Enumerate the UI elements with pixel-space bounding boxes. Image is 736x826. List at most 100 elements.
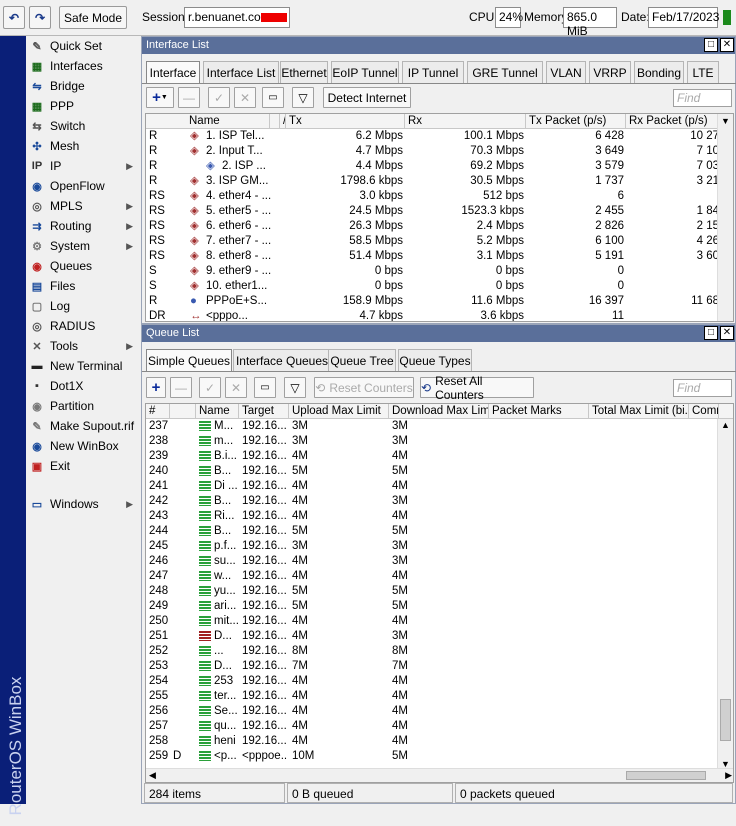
table-row[interactable]: 250 mit... 192.16... 4M 4M [146,614,733,629]
sidebar-item-mpls[interactable]: ◎ MPLS ▶ [26,196,139,216]
add-button[interactable]: + ▼ [146,87,174,108]
sidebar-item-queues[interactable]: ◉ Queues [26,256,139,276]
interface-scrollbar[interactable]: ▼ [717,114,733,321]
column-header[interactable] [270,114,280,129]
table-row[interactable]: R ◈ 1. ISP Tel... 6.2 Mbps 100.1 Mbps 6 428 10… [146,129,733,144]
close-button[interactable]: ✕ [720,326,734,340]
table-row[interactable]: 252... 192.16... 8M 8M [146,644,733,659]
interface-find-input[interactable]: Find [673,89,732,107]
sidebar-item-exit[interactable]: ▣ Exit [26,456,139,476]
column-header[interactable]: Tx [286,114,405,129]
table-row[interactable]: 244 B... 192.16... 5M 5M [146,524,733,539]
column-header[interactable]: Download Max Limit [389,404,489,419]
remove-button[interactable]: — [170,377,192,398]
sidebar-item-dot1x[interactable]: ▪ Dot1X [26,376,139,396]
table-row[interactable]: 241 Di ... 192.16... 4M 4M [146,479,733,494]
column-header[interactable]: # [146,404,170,419]
sidebar-item-system[interactable]: ⚙ System ▶ [26,236,139,256]
sidebar-item-routing[interactable]: ⇉ Routing ▶ [26,216,139,236]
sidebar-item-windows[interactable]: ▭ Windows ▶ [26,494,139,514]
scroll-thumb[interactable] [720,699,731,741]
comment-button[interactable]: ▭ [254,377,276,398]
filter-button[interactable]: ▽ [284,377,306,398]
safe-mode-button[interactable]: Safe Mode [59,6,127,29]
tab-vlan[interactable]: VLAN [546,61,586,83]
session-field[interactable]: r.benuanet.com [184,7,290,28]
table-row[interactable]: RS ◈ 8. ether8 - ... 51.4 Mbps 3.1 Mbps 5 191… [146,249,733,264]
column-header[interactable]: Upload Max Limit [289,404,389,419]
queue-scrollbar[interactable]: ▲ ▼ [717,419,733,770]
queue-find-input[interactable]: Find [673,379,732,397]
sidebar-item-ppp[interactable]: ▦ PPP [26,96,139,116]
tab-gre-tunnel[interactable]: GRE Tunnel [467,61,543,83]
sidebar-item-tools[interactable]: ✕ Tools ▶ [26,336,139,356]
table-row[interactable]: 251 D... 192.16... 4M 3M [146,629,733,644]
disable-button[interactable]: ✕ [225,377,247,398]
enable-button[interactable]: ✓ [199,377,221,398]
table-row[interactable]: RS ◈ 7. ether7 - ... 58.5 Mbps 5.2 Mbps 6 100… [146,234,733,249]
table-row[interactable]: R ● PPPoE+S... 158.9 Mbps 11.6 Mbps 16 397 11 … [146,294,733,309]
table-row[interactable]: 243 Ri... 192.16... 4M 4M [146,509,733,524]
sidebar-item-switch[interactable]: ⇆ Switch [26,116,139,136]
table-row[interactable]: 246 su... 192.16... 4M 3M [146,554,733,569]
table-row[interactable]: 256 Se... 192.16... 4M 4M [146,704,733,719]
sidebar-item-openflow[interactable]: ◉ OpenFlow [26,176,139,196]
tab-simple-queues[interactable]: Simple Queues [146,349,232,371]
table-row[interactable]: 258 heni 192.16... 4M 4M [146,734,733,749]
tab-eoip-tunnel[interactable]: EoIP Tunnel [331,61,399,83]
tab-queue-types[interactable]: Queue Types [398,349,472,371]
tab-interface-list[interactable]: Interface List [203,61,279,83]
table-row[interactable]: 259 D <p... <pppoe... 10M 5M [146,749,733,764]
table-row[interactable]: 254 253 192.16... 4M 4M [146,674,733,689]
filter-button[interactable]: ▽ [292,87,314,108]
maximize-button[interactable]: □ [704,326,718,340]
sidebar-item-log[interactable]: ▢ Log [26,296,139,316]
column-header[interactable]: Name [186,114,270,129]
table-row[interactable]: 238 m... 192.16... 3M 3M [146,434,733,449]
column-header[interactable] [170,404,196,419]
table-row[interactable]: 253 D... 192.16... 7M 7M [146,659,733,674]
sidebar-item-mesh[interactable]: ✣ Mesh [26,136,139,156]
sidebar-item-new-winbox[interactable]: ◉ New WinBox [26,436,139,456]
column-header[interactable]: Packet Marks [489,404,589,419]
enable-button[interactable]: ✓ [208,87,230,108]
tab-ethernet[interactable]: Ethernet [280,61,328,83]
column-header[interactable]: Comm [689,404,719,419]
column-header[interactable]: Target [239,404,289,419]
table-row[interactable]: S ◈ 10. ether1... 0 bps 0 bps 0 [146,279,733,294]
sidebar-item-files[interactable]: ▤ Files [26,276,139,296]
detect-internet-button[interactable]: Detect Internet [323,87,411,108]
disable-button[interactable]: ✕ [234,87,256,108]
sidebar-item-radius[interactable]: ◎ RADIUS [26,316,139,336]
maximize-button[interactable]: □ [704,38,718,52]
table-row[interactable]: RS ◈ 5. ether5 - ... 24.5 Mbps 1523.3 kbps 2 … [146,204,733,219]
sidebar-item-interfaces[interactable]: ▦ Interfaces [26,56,139,76]
table-row[interactable]: 237 M... 192.16... 3M 3M [146,419,733,434]
table-row[interactable]: 245 p.f... 192.16... 3M 3M [146,539,733,554]
sidebar-item-bridge[interactable]: ⇋ Bridge [26,76,139,96]
column-header[interactable]: Rx [405,114,526,129]
table-row[interactable]: 257 qu... 192.16... 4M 4M [146,719,733,734]
tab-vrrp[interactable]: VRRP [589,61,631,83]
tab-interface[interactable]: Interface [146,61,200,83]
table-row[interactable]: RS ◈ 4. ether4 - ... 3.0 kbps 512 bps 6 [146,189,733,204]
undo-button[interactable]: ↶ [3,6,25,29]
redo-button[interactable]: ↷ [29,6,51,29]
column-header[interactable]: Tx Packet (p/s) [526,114,626,129]
sidebar-item-quick-set[interactable]: ✎ Quick Set [26,36,139,56]
table-row[interactable]: DR ↔ <pppo... 4.7 kbps 3.6 kbps 11 [146,309,733,321]
sidebar-item-make-supout-rif[interactable]: ✎ Make Supout.rif [26,416,139,436]
table-row[interactable]: 249 ari... 192.16... 5M 5M [146,599,733,614]
column-header[interactable]: Name [196,404,239,419]
reset-all-counters-button[interactable]: ⟲ Reset All Counters [420,374,534,402]
table-row[interactable]: R ◈ 2. Input T... 4.7 Mbps 70.3 Mbps 3 649 7 1… [146,144,733,159]
table-row[interactable]: 248 yu... 192.16... 5M 5M [146,584,733,599]
remove-button[interactable]: — [178,87,200,108]
column-header[interactable]: Total Max Limit (bi... [589,404,689,419]
reset-counters-button[interactable]: ⟲ Reset Counters [314,377,414,398]
add-button[interactable]: + [146,377,166,398]
table-row[interactable]: 239 B.i... 192.16... 4M 4M [146,449,733,464]
table-row[interactable]: R ◈ 2. ISP ... 4.4 Mbps 69.2 Mbps 3 579 7 03 [146,159,733,174]
table-row[interactable]: R ◈ 3. ISP GM... 1798.6 kbps 30.5 Mbps 1 737 3… [146,174,733,189]
comment-button[interactable]: ▭ [262,87,284,108]
